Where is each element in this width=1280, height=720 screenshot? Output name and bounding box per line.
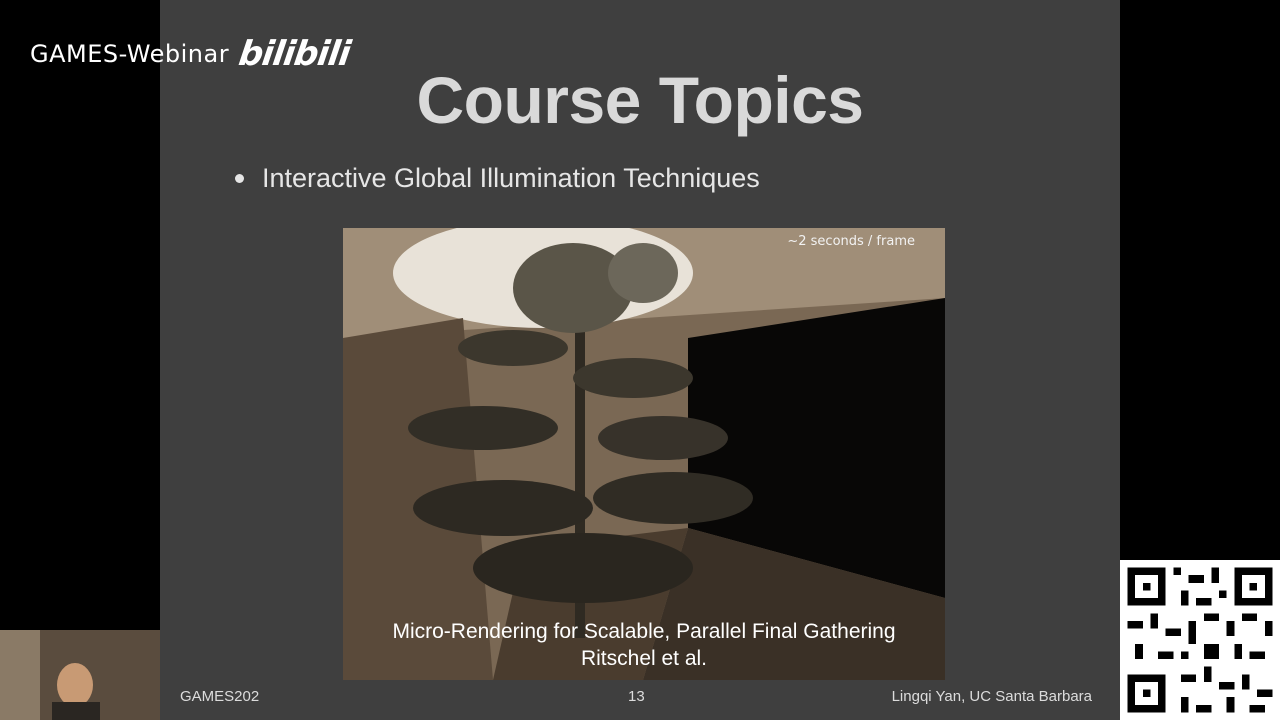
bilibili-logo: bilibili <box>236 34 353 74</box>
bullet-text: Interactive Global Illumination Techniqu… <box>262 163 760 193</box>
presentation-slide: Course Topics Interactive Global Illumin… <box>160 0 1120 720</box>
render-timing-label: ~2 seconds / frame <box>787 234 915 249</box>
footer-course: GAMES202 <box>180 688 260 705</box>
bullet-item: Interactive Global Illumination Techniqu… <box>235 163 760 194</box>
watermark-text: GAMES-Webinar <box>30 40 230 68</box>
render-image: ~2 seconds / frame Micro-Rendering for S… <box>343 228 945 680</box>
left-black-strip <box>0 0 160 720</box>
footer-page-number: 13 <box>628 688 645 705</box>
stream-watermark: GAMES-Webinar bilibili <box>30 34 353 74</box>
bullet-dot-icon <box>235 174 244 183</box>
footer-author: Lingqi Yan, UC Santa Barbara <box>891 688 1092 705</box>
image-caption: Micro-Rendering for Scalable, Parallel F… <box>343 618 945 672</box>
caption-line-1: Micro-Rendering for Scalable, Parallel F… <box>392 620 896 643</box>
qr-code-icon <box>1120 560 1280 720</box>
flower-render-illustration <box>343 228 945 680</box>
webcam-feed <box>0 630 160 720</box>
presenter-video-icon <box>0 630 160 720</box>
caption-line-2: Ritschel et al. <box>580 647 708 670</box>
